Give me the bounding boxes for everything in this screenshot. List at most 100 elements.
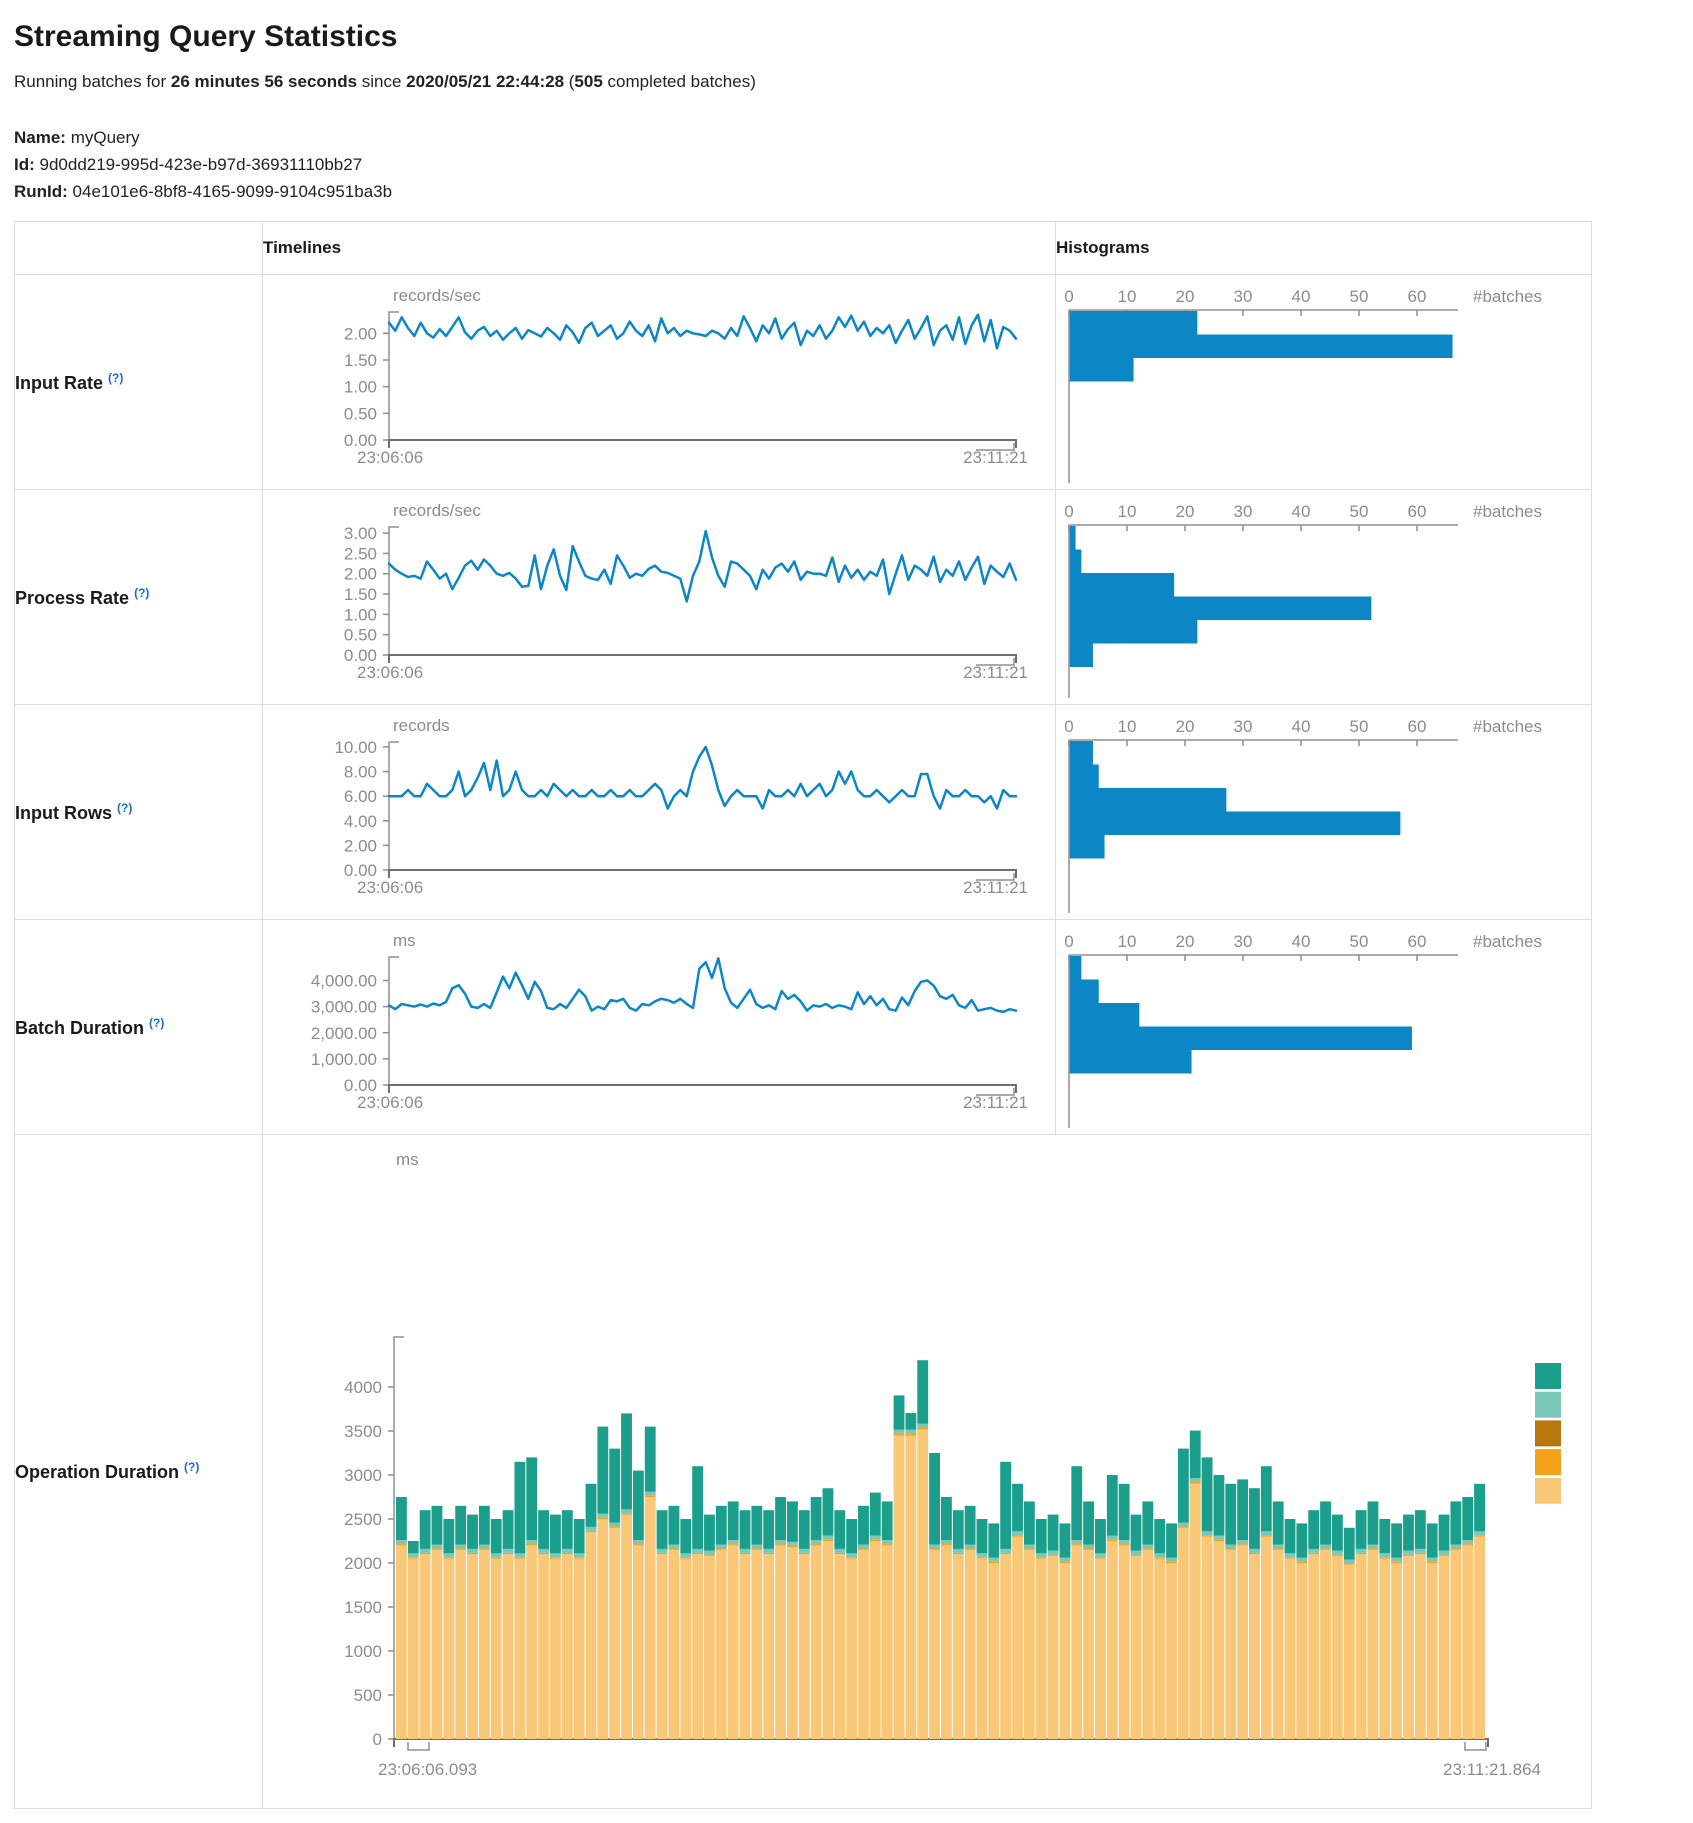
svg-text:2,000.00: 2,000.00 — [311, 1024, 377, 1043]
table-row-process-rate: Process Rate (?) records/sec0.000.501.00… — [15, 490, 1592, 705]
svg-text:20: 20 — [1176, 717, 1195, 736]
svg-text:40: 40 — [1292, 932, 1311, 951]
svg-text:8.00: 8.00 — [344, 763, 377, 782]
summary-text: Running batches for — [14, 72, 171, 91]
svg-text:20: 20 — [1176, 287, 1195, 306]
start-timestamp: 2020/05/21 22:44:28 — [406, 72, 564, 91]
svg-text:1.50: 1.50 — [344, 351, 377, 370]
query-name-line: Name: myQuery — [14, 124, 1679, 151]
legend-swatch — [1535, 1478, 1561, 1504]
row-label-batch-duration: Batch Duration (?) — [15, 920, 263, 1135]
svg-text:0: 0 — [1064, 287, 1073, 306]
help-icon[interactable]: (?) — [134, 586, 149, 600]
metric-label: Batch Duration — [15, 1018, 144, 1038]
help-icon[interactable]: (?) — [117, 801, 132, 815]
legend-swatch — [1535, 1392, 1561, 1418]
svg-text:2.00: 2.00 — [344, 324, 377, 343]
help-icon[interactable]: (?) — [108, 371, 123, 385]
svg-text:23:11:21: 23:11:21 — [963, 1093, 1028, 1112]
svg-text:2.00: 2.00 — [344, 565, 377, 584]
svg-text:30: 30 — [1234, 932, 1253, 951]
svg-text:2500: 2500 — [344, 1510, 382, 1529]
svg-text:40: 40 — [1292, 287, 1311, 306]
svg-text:records/sec: records/sec — [393, 501, 481, 520]
summary-text: ( — [564, 72, 574, 91]
runid-label: RunId: — [14, 182, 73, 201]
svg-text:60: 60 — [1408, 287, 1427, 306]
svg-text:23:06:06: 23:06:06 — [357, 1093, 423, 1112]
input-rows-timeline-chart: records0.002.004.006.008.0010.0023:06:06… — [263, 705, 1055, 919]
svg-text:0: 0 — [1064, 932, 1073, 951]
completed-batches-count: 505 — [574, 72, 602, 91]
svg-text:50: 50 — [1350, 717, 1369, 736]
svg-text:10: 10 — [1118, 717, 1137, 736]
svg-text:23:06:06: 23:06:06 — [357, 448, 423, 467]
svg-text:3500: 3500 — [344, 1422, 382, 1441]
svg-text:4000: 4000 — [344, 1378, 382, 1397]
svg-text:2.50: 2.50 — [344, 544, 377, 563]
svg-text:50: 50 — [1350, 932, 1369, 951]
svg-text:40: 40 — [1292, 717, 1311, 736]
row-label-input-rate: Input Rate (?) — [15, 275, 263, 490]
svg-text:20: 20 — [1176, 502, 1195, 521]
metric-label: Process Rate — [15, 588, 129, 608]
header-histograms: Histograms — [1056, 222, 1592, 275]
legend-swatch — [1535, 1420, 1561, 1446]
svg-text:1500: 1500 — [344, 1598, 382, 1617]
query-runid-line: RunId: 04e101e6-8bf8-4165-9099-9104c951b… — [14, 178, 1679, 205]
name-label: Name: — [14, 128, 71, 147]
svg-text:6.00: 6.00 — [344, 787, 377, 806]
svg-text:10.00: 10.00 — [334, 738, 377, 757]
operation-duration-chart: ms0500100015002000250030003500400023:06:… — [263, 1135, 1591, 1808]
svg-text:records/sec: records/sec — [393, 286, 481, 305]
svg-text:10: 10 — [1118, 932, 1137, 951]
svg-text:60: 60 — [1408, 717, 1427, 736]
batch-duration-timeline-chart: ms0.001,000.002,000.003,000.004,000.0023… — [263, 920, 1055, 1134]
svg-text:1.00: 1.00 — [344, 605, 377, 624]
svg-text:40: 40 — [1292, 502, 1311, 521]
svg-text:60: 60 — [1408, 502, 1427, 521]
page-content: Streaming Query Statistics Running batch… — [0, 0, 1693, 1823]
query-meta: Name: myQuery Id: 9d0dd219-995d-423e-b97… — [14, 124, 1679, 205]
id-value: 9d0dd219-995d-423e-b97d-36931110bb27 — [40, 155, 363, 174]
svg-text:10: 10 — [1118, 502, 1137, 521]
svg-text:ms: ms — [393, 931, 416, 950]
svg-text:50: 50 — [1350, 502, 1369, 521]
svg-text:50: 50 — [1350, 287, 1369, 306]
row-label-input-rows: Input Rows (?) — [15, 705, 263, 920]
svg-text:3000: 3000 — [344, 1466, 382, 1485]
svg-text:30: 30 — [1234, 502, 1253, 521]
input-rate-timeline-chart: records/sec0.000.501.001.502.0023:06:062… — [263, 275, 1055, 489]
name-value: myQuery — [71, 128, 140, 147]
table-row-input-rows: Input Rows (?) records0.002.004.006.008.… — [15, 705, 1592, 920]
id-label: Id: — [14, 155, 40, 174]
svg-text:30: 30 — [1234, 717, 1253, 736]
table-header-row: Timelines Histograms — [15, 222, 1592, 275]
svg-text:#batches: #batches — [1473, 502, 1542, 521]
svg-text:23:06:06: 23:06:06 — [357, 878, 423, 897]
help-icon[interactable]: (?) — [149, 1016, 164, 1030]
svg-text:ms: ms — [396, 1150, 419, 1169]
header-empty-cell — [15, 222, 263, 275]
svg-text:23:11:21: 23:11:21 — [963, 663, 1028, 682]
svg-text:30: 30 — [1234, 287, 1253, 306]
svg-text:0: 0 — [373, 1730, 382, 1749]
svg-text:23:11:21: 23:11:21 — [963, 448, 1028, 467]
input-rows-histogram-chart: 0102030405060#batches — [1056, 705, 1591, 919]
svg-text:4.00: 4.00 — [344, 812, 377, 831]
svg-text:1.50: 1.50 — [344, 585, 377, 604]
table-row-input-rate: Input Rate (?) records/sec0.000.501.001.… — [15, 275, 1592, 490]
help-icon[interactable]: (?) — [184, 1460, 199, 1474]
input-rate-histogram-chart: 0102030405060#batches — [1056, 275, 1591, 489]
svg-text:500: 500 — [354, 1686, 382, 1705]
svg-text:#batches: #batches — [1473, 287, 1542, 306]
svg-text:0.50: 0.50 — [344, 626, 377, 645]
svg-text:3,000.00: 3,000.00 — [311, 998, 377, 1017]
svg-text:4,000.00: 4,000.00 — [311, 972, 377, 991]
svg-text:23:11:21: 23:11:21 — [963, 878, 1028, 897]
query-id-line: Id: 9d0dd219-995d-423e-b97d-36931110bb27 — [14, 151, 1679, 178]
svg-text:1.00: 1.00 — [344, 378, 377, 397]
header-timelines: Timelines — [263, 222, 1056, 275]
batch-duration-histogram-chart: 0102030405060#batches — [1056, 920, 1591, 1134]
table-row-batch-duration: Batch Duration (?) ms0.001,000.002,000.0… — [15, 920, 1592, 1135]
